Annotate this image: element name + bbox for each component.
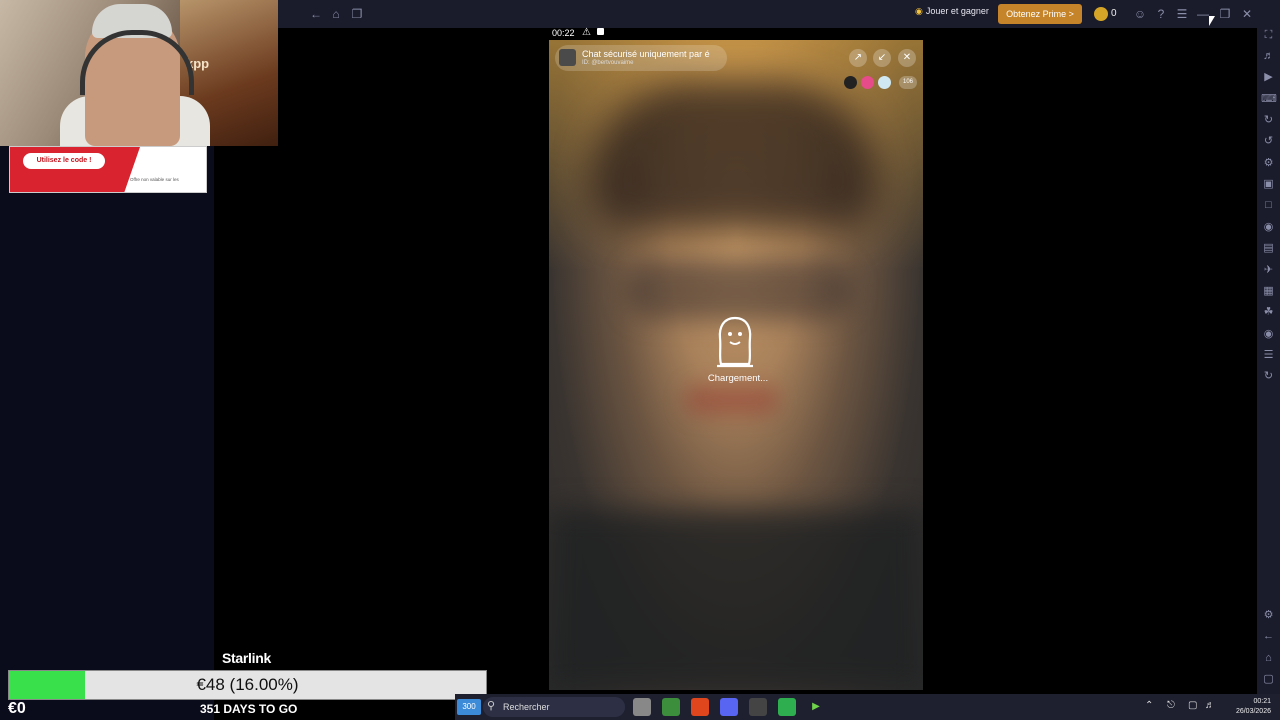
screenshot-icon[interactable]: □	[1261, 198, 1276, 213]
fullscreen-icon[interactable]: ⛶	[1261, 28, 1276, 43]
video-blur-shirt	[549, 510, 923, 690]
eco-icon[interactable]: ☘	[1261, 305, 1276, 320]
multi-instance-icon[interactable]: ▦	[1261, 284, 1276, 299]
play-app-icon[interactable]: ▶	[807, 698, 825, 716]
recents-icon[interactable]: ▢	[1261, 672, 1276, 687]
play-and-earn-label: Jouer et gagner	[925, 6, 989, 16]
warning-icon: ⚠	[582, 27, 591, 38]
emulator-titlebar: ← ⌂ ❐ ◉ Jouer et gagner Obtenez Prime > 0…	[278, 0, 1257, 28]
chat-title: Chat sécurisé uniquement par é	[582, 49, 710, 59]
spreadsheet-app-icon[interactable]	[778, 698, 796, 716]
apk-icon[interactable]: ▣	[1261, 177, 1276, 192]
viewer-avatar[interactable]	[878, 76, 891, 89]
discord-app-icon[interactable]	[720, 698, 738, 716]
goal-title: Starlink	[222, 650, 271, 666]
promo-code-button: Utilisez le code !	[23, 153, 105, 169]
mouse-cursor-icon	[1209, 16, 1215, 26]
layers-icon[interactable]: ☰	[1261, 348, 1276, 363]
viewer-count[interactable]: 106	[899, 76, 917, 89]
search-icon: ⚲	[487, 700, 496, 712]
back-icon[interactable]: ←	[1261, 629, 1276, 644]
menu-icon[interactable]: ☰	[1174, 6, 1190, 22]
play-and-earn-button[interactable]: ◉ Jouer et gagner	[915, 6, 989, 17]
folder-icon[interactable]: ▤	[1261, 241, 1276, 256]
display-icon[interactable]: ▢	[1188, 700, 1197, 711]
goal-start-value: €0	[8, 700, 26, 717]
rotate-icon[interactable]: ↻	[1261, 113, 1276, 128]
home-icon[interactable]: ⌂	[328, 6, 344, 22]
close-icon[interactable]: ✕	[1239, 6, 1255, 22]
task-view-icon[interactable]	[633, 698, 651, 716]
goal-amount: €48 (16.00%)	[196, 675, 299, 694]
microphone-icon[interactable]: ⎋	[1167, 700, 1175, 711]
brave-app-icon[interactable]	[691, 698, 709, 716]
clock-date: 26/03/2026	[1235, 708, 1271, 715]
record-icon[interactable]: ◉	[1261, 220, 1276, 235]
loading-text: Chargement...	[707, 373, 769, 384]
status-time: 00:22	[552, 28, 575, 38]
viewer-avatar[interactable]	[844, 76, 857, 89]
goal-progress-bar: €48 (16.00%)	[8, 670, 487, 700]
sync-icon[interactable]: ↺	[1261, 134, 1276, 149]
video-blur-hair	[589, 80, 879, 230]
multitask-icon[interactable]: ❐	[349, 6, 365, 22]
chat-subtitle: ID: @bertvouvaime	[582, 60, 634, 66]
volume-icon[interactable]: ♬	[1261, 49, 1276, 64]
webcam-feed: kpp	[0, 0, 278, 146]
loading-mascot-icon	[717, 316, 753, 368]
settings-icon[interactable]: ⚙	[1261, 608, 1276, 623]
restart-icon[interactable]: ↻	[1261, 369, 1276, 384]
keyboard-icon[interactable]: ⌨	[1261, 92, 1277, 107]
gift-icon: ◉	[915, 6, 923, 16]
chevron-up-icon[interactable]: ⌃	[1145, 700, 1153, 711]
location-icon[interactable]: ◉	[1261, 327, 1276, 342]
macro-icon[interactable]: ⚙	[1261, 156, 1276, 171]
minimize-video-icon[interactable]: ↙	[873, 49, 891, 67]
bluestacks-app-icon[interactable]	[662, 698, 680, 716]
media-icon[interactable]: ▶	[1261, 70, 1276, 85]
obs-app-icon[interactable]	[749, 698, 767, 716]
video-blur-mouth	[684, 385, 779, 415]
clock-time: 00:21	[1253, 698, 1271, 705]
promo-banner: Utilisez le code ! Offre non valable sur…	[9, 146, 207, 193]
windows-taskbar: 300 ⚲ Rechercher ▶ ⌃ ⎋ ▢ ♬ 00:21 26/03/2…	[455, 694, 1280, 720]
prime-button[interactable]: Obtenez Prime >	[998, 4, 1082, 24]
widgets-button[interactable]: 300	[457, 699, 481, 715]
volume-tray-icon[interactable]: ♬	[1205, 700, 1215, 711]
coin-icon	[1094, 7, 1108, 21]
airplane-icon[interactable]: ✈	[1261, 263, 1276, 278]
search-label: Rechercher	[503, 702, 550, 712]
close-live-icon[interactable]: ✕	[898, 49, 916, 67]
back-arrow-icon[interactable]: ←	[308, 6, 324, 22]
help-icon[interactable]: ?	[1153, 6, 1169, 22]
viewer-avatar[interactable]	[861, 76, 874, 89]
video-blur-glasses	[624, 260, 854, 320]
share-icon[interactable]: ↗	[849, 49, 867, 67]
taskbar-search[interactable]: ⚲ Rechercher	[483, 697, 625, 717]
avatar[interactable]	[559, 49, 576, 66]
taskbar-clock[interactable]: 00:21 26/03/2026	[1225, 697, 1271, 717]
promo-fine-print: Offre non valable sur les	[130, 177, 179, 182]
record-status-icon	[597, 28, 604, 35]
emulator-sidebar: ⛶ ♬ ▶ ⌨ ↻ ↺ ⚙ ▣ □ ◉ ▤ ✈ ▦ ☘ ◉ ☰ ↻ ⚙ ← ⌂ …	[1257, 0, 1280, 720]
coin-count: 0	[1111, 8, 1117, 19]
restore-icon[interactable]: ❐	[1217, 6, 1233, 22]
android-home-icon[interactable]: ⌂	[1261, 651, 1276, 666]
account-icon[interactable]: ☺	[1132, 6, 1148, 22]
goal-days-remaining: 351 DAYS TO GO	[200, 702, 298, 716]
